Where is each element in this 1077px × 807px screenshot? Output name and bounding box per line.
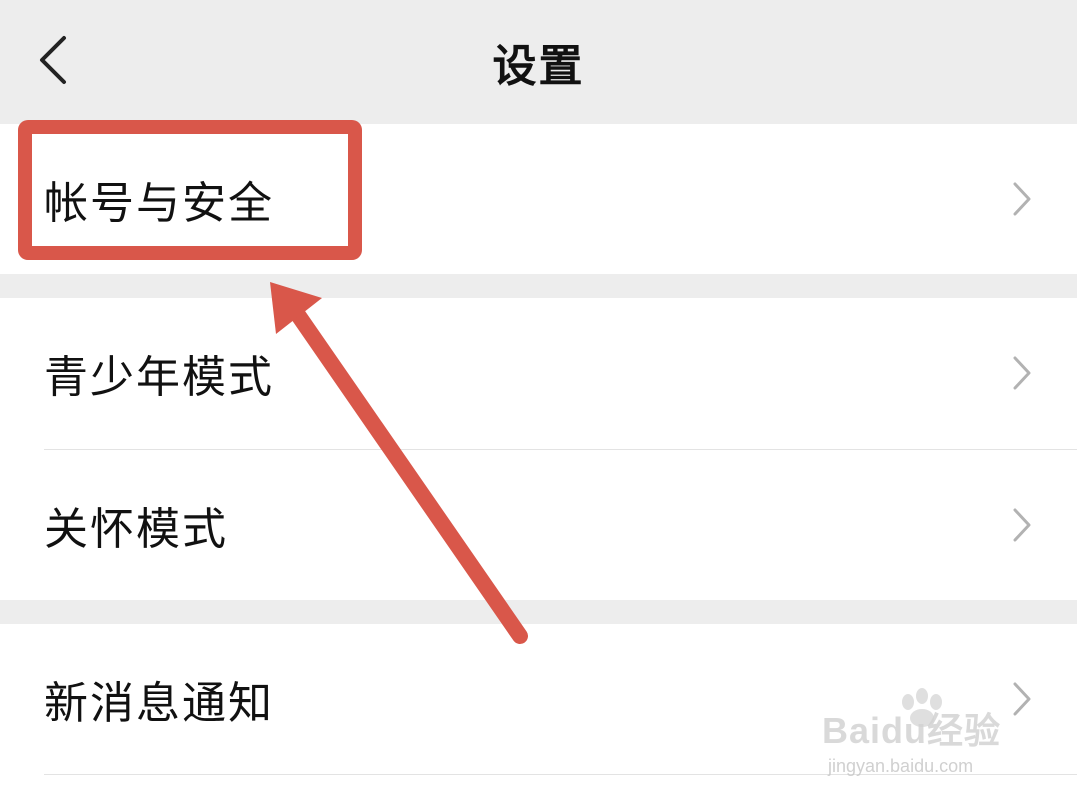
chevron-right-icon: [1013, 356, 1031, 390]
settings-item-notifications[interactable]: 新消息通知: [0, 624, 1077, 774]
page-title: 设置: [492, 41, 585, 92]
chevron-right-icon: [1013, 682, 1031, 716]
settings-group-modes: 青少年模式 关怀模式: [0, 298, 1077, 600]
settings-item-label: 帐号与安全: [44, 178, 274, 229]
row-divider: [44, 774, 1077, 775]
settings-item-teen-mode[interactable]: 青少年模式: [0, 298, 1077, 448]
chevron-right-icon: [1013, 508, 1031, 542]
nav-bar: 设置: [0, 0, 1077, 124]
settings-group-account: 帐号与安全: [0, 124, 1077, 274]
settings-item-label: 新消息通知: [44, 678, 274, 729]
settings-group-notifications: 新消息通知: [0, 624, 1077, 807]
settings-item-account-security[interactable]: 帐号与安全: [0, 124, 1077, 274]
chevron-right-icon: [1013, 182, 1031, 216]
settings-item-label: 青少年模式: [44, 352, 274, 403]
settings-item-label: 关怀模式: [44, 504, 228, 555]
settings-item-care-mode[interactable]: 关怀模式: [0, 450, 1077, 600]
